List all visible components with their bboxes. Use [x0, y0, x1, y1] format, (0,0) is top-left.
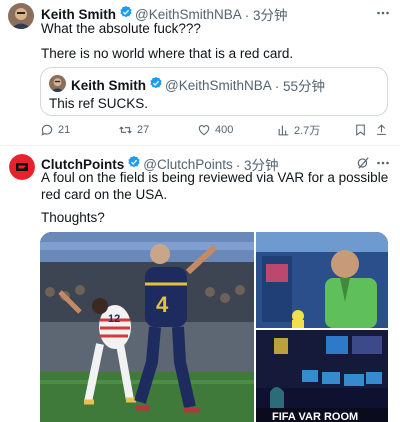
- tweet-text: A foul on the field is being reviewed vi…: [41, 170, 389, 202]
- heart-icon: [197, 123, 211, 137]
- quoted-tweet[interactable]: Keith Smith @KeithSmithNBA · 55分钟 This r…: [40, 67, 388, 116]
- views-chart-icon: [277, 123, 290, 137]
- quote-text: This ref SUCKS.: [49, 96, 149, 111]
- var-room-banner: FIFA VAR ROOM: [272, 411, 358, 422]
- more-options-icon[interactable]: [376, 6, 390, 25]
- tweet-keith-smith[interactable]: Keith Smith @KeithSmithNBA · 3分钟 What th…: [0, 0, 400, 146]
- tweet-text-line-1: What the absolute fuck???: [41, 21, 201, 36]
- share-icon: [375, 123, 388, 137]
- quote-author-handle: @KeithSmithNBA: [165, 77, 272, 93]
- reply-count: 21: [58, 124, 71, 136]
- bookmark-icon: [354, 123, 367, 137]
- like-button[interactable]: 400: [197, 120, 233, 140]
- quote-timestamp: · 55分钟: [274, 79, 326, 94]
- retweet-button[interactable]: 27: [118, 120, 149, 140]
- avatar[interactable]: [8, 3, 34, 29]
- tweet-media-image[interactable]: 4 12 FIFA VAR ROOM: [40, 232, 388, 422]
- retweet-icon: [118, 123, 133, 137]
- timestamp[interactable]: · 3分钟: [245, 4, 288, 24]
- share-button[interactable]: [375, 120, 388, 140]
- bookmark-button[interactable]: [354, 120, 367, 140]
- tweet-actions: 21 27 400 2.7万: [40, 120, 390, 140]
- jersey-number-12: 12: [108, 313, 120, 325]
- views-button[interactable]: 2.7万: [277, 120, 320, 140]
- like-count: 400: [215, 124, 234, 136]
- view-count: 2.7万: [294, 125, 321, 137]
- avatar[interactable]: [9, 154, 35, 180]
- tweet-text-line-2: There is no world where that is a red ca…: [41, 46, 294, 61]
- reply-button[interactable]: 21: [40, 120, 70, 140]
- quote-verified-badge-icon: [149, 76, 163, 95]
- quote-avatar: [49, 75, 66, 92]
- reply-icon: [40, 123, 54, 137]
- tweet-text-thoughts: Thoughts?: [41, 210, 105, 225]
- quote-author-name: Keith Smith: [71, 77, 147, 93]
- jersey-number-4: 4: [156, 292, 169, 317]
- retweet-count: 27: [137, 124, 150, 136]
